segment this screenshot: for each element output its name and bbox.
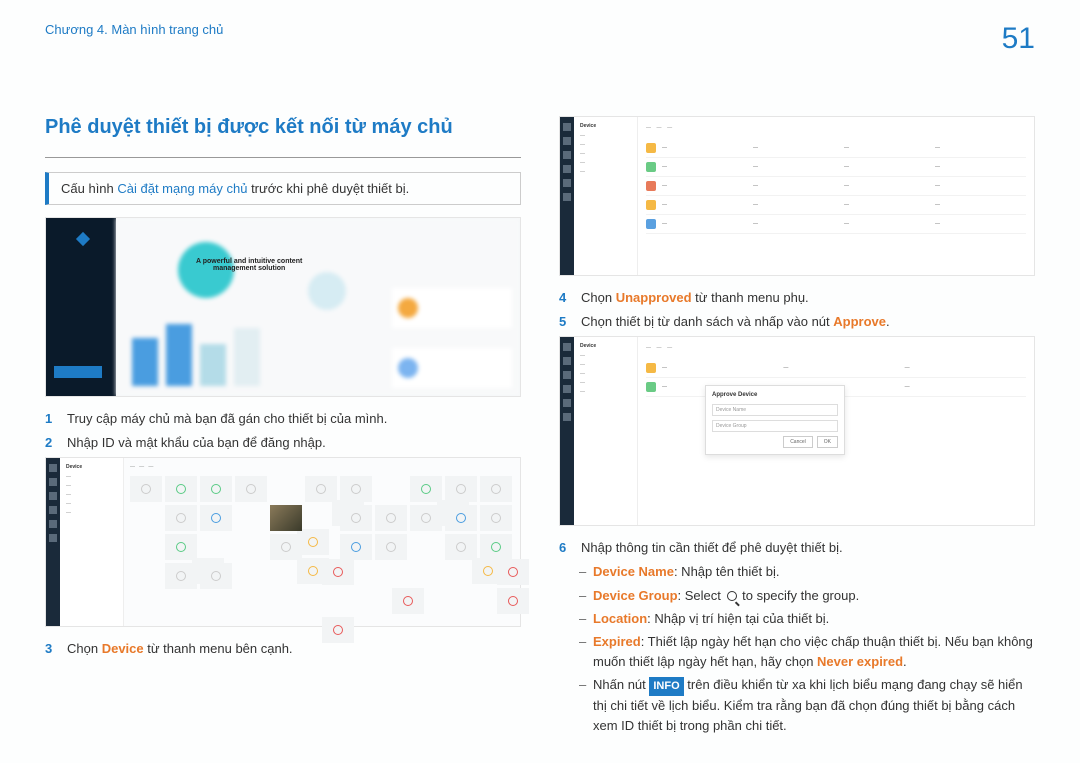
screenshot-device-grid: Device ————— — — — (45, 457, 521, 627)
grid-iconbar (46, 458, 60, 626)
step-2: 2 Nhập ID và mật khẩu của bạn để đăng nh… (45, 433, 521, 453)
step-list-left-a: 1 Truy cập máy chủ mà bạn đã gán cho thi… (45, 409, 521, 453)
step-1: 1 Truy cập máy chủ mà bạn đã gán cho thi… (45, 409, 521, 429)
config-note: Cấu hình Cài đặt mạng máy chủ trước khi … (45, 172, 521, 205)
magnifier-icon (727, 591, 737, 601)
logo-icon (76, 232, 90, 246)
breadcrumb: Chương 4. Màn hình trang chủ (45, 22, 223, 37)
login-button-graphic (54, 366, 102, 378)
step-5: 5 Chọn thiết bị từ danh sách và nhấp vào… (559, 312, 1035, 332)
screenshot-login-dashboard: A powerful and intuitive contentmanageme… (45, 217, 521, 397)
dash-tagline: A powerful and intuitive contentmanageme… (196, 258, 302, 272)
page-number: 51 (1002, 22, 1035, 56)
dlg-field-name[interactable]: Device Name (712, 404, 838, 416)
left-column: Phê duyệt thiết bị được kết nối từ máy c… (45, 116, 521, 739)
step-list-right-b: 6 Nhập thông tin cần thiết để phê duyệt … (559, 538, 1035, 558)
step-list-right-a: 4 Chọn Unapproved từ thanh menu phụ. 5 C… (559, 288, 1035, 332)
sub-device-name: Device Name: Nhập tên thiết bị. (579, 562, 1035, 582)
dlg-field-group[interactable]: Device Group (712, 420, 838, 432)
sub-list: Device Name: Nhập tên thiết bị. Device G… (579, 562, 1035, 736)
screenshot-unapproved-list: Device ————— — — — ———— ———— ———— ———— —… (559, 116, 1035, 276)
note-link[interactable]: Cài đặt mạng máy chủ (117, 181, 247, 196)
note-prefix: Cấu hình (61, 181, 117, 196)
step-4: 4 Chọn Unapproved từ thanh menu phụ. (559, 288, 1035, 308)
note-suffix: trước khi phê duyệt thiết bị. (247, 181, 409, 196)
content-columns: Phê duyệt thiết bị được kết nối từ máy c… (45, 116, 1035, 739)
sub-info: Nhấn nút INFO trên điều khiển từ xa khi … (579, 675, 1035, 736)
dlg-iconbar (560, 337, 574, 525)
page-header: Chương 4. Màn hình trang chủ 51 (45, 22, 1035, 56)
dlg-side-panel: Device ————— (574, 337, 638, 525)
info-pill: INFO (649, 677, 683, 696)
title-rule (45, 157, 521, 158)
step-3: 3 Chọn Device từ thanh menu bên cạnh. (45, 639, 521, 659)
sub-device-group: Device Group: Select to specify the grou… (579, 586, 1035, 606)
step-6: 6 Nhập thông tin cần thiết để phê duyệt … (559, 538, 1035, 558)
grid-side-panel: Device ————— (60, 458, 124, 626)
sub-location: Location: Nhập vị trí hiện tại của thiết… (579, 609, 1035, 629)
list-iconbar (560, 117, 574, 275)
approve-dialog: Approve Device Device Name Device Group … (705, 385, 845, 455)
grid-main-area: — — — (124, 458, 520, 626)
screenshot-approve-dialog: Device ————— — — — ——— ——— Approve Devic… (559, 336, 1035, 526)
dlg-ok[interactable]: OK (817, 436, 838, 448)
step-list-left-b: 3 Chọn Device từ thanh menu bên cạnh. (45, 639, 521, 659)
list-main-area: — — — ———— ———— ———— ———— ———— (638, 117, 1034, 275)
section-title: Phê duyệt thiết bị được kết nối từ máy c… (45, 116, 521, 139)
dash-main-area (116, 218, 520, 396)
sub-expired: Expired: Thiết lập ngày hết hạn cho việc… (579, 632, 1035, 672)
dlg-cancel[interactable]: Cancel (783, 436, 813, 448)
list-side-panel: Device ————— (574, 117, 638, 275)
right-column: Device ————— — — — ———— ———— ———— ———— —… (559, 116, 1035, 739)
dash-sidebar (46, 218, 116, 396)
